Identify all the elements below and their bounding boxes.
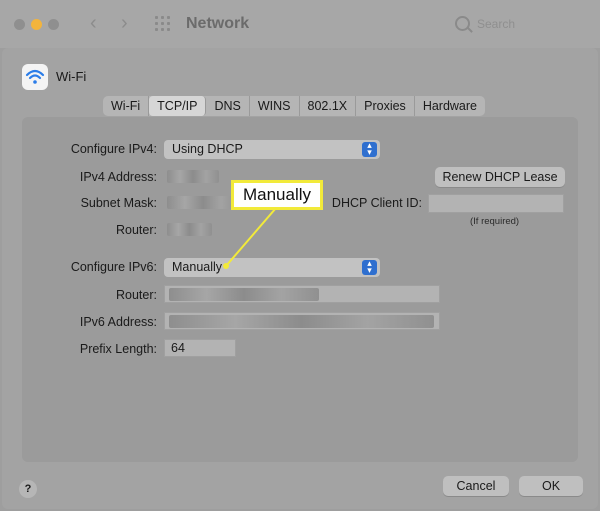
- manually-callout: Manually: [231, 180, 323, 210]
- callout-connector: [223, 207, 277, 269]
